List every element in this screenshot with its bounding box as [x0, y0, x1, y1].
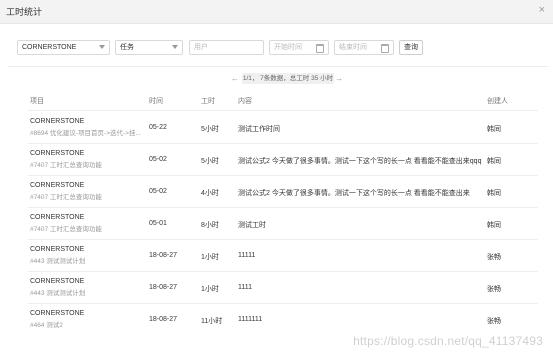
content-cell: 1111111 [238, 316, 263, 323]
column-header-creator: 创建人 [487, 98, 508, 105]
chevron-down-icon [99, 45, 105, 49]
project-cell: CORNERSTONE #8694 优化建议-项目首页->迭代->挂... [30, 118, 142, 137]
table-row[interactable]: CORNERSTONE #7407 工时汇总查询功能 05-01 8小时 测试工时 韩同 [0, 208, 553, 240]
content-cell: 测试工作时间 [238, 126, 280, 133]
table-row[interactable]: CORNERSTONE #7407 工时汇总查询功能 05-02 4小时 测试公式2 今… [0, 176, 553, 208]
content-cell: 测试工时 [238, 222, 266, 229]
task-link[interactable]: #8694 优化建议-项目首页->迭代->挂... [30, 127, 142, 137]
dialog-title: 工时统计 [6, 7, 43, 17]
pager-summary: 1/1， 7条数据，总工时 35 小时 [242, 73, 334, 84]
chevron-down-icon [172, 45, 178, 49]
creator-cell: 韩同 [487, 190, 501, 197]
time-cell: 05-02 [149, 156, 167, 163]
creator-cell: 韩同 [487, 222, 501, 229]
project-cell: CORNERSTONE #7407 工时汇总查询功能 [30, 214, 142, 233]
content-cell: 1111 [238, 284, 253, 291]
task-link[interactable]: #7407 工时汇总查询功能 [30, 159, 142, 169]
user-input-placeholder: 用户 [194, 44, 208, 51]
project-cell: CORNERSTONE #443 测试测试计划 [30, 246, 142, 265]
column-header-time: 时间 [149, 98, 163, 105]
project-name: CORNERSTONE [30, 214, 85, 221]
project-name: CORNERSTONE [30, 246, 85, 253]
next-page-icon[interactable]: → [335, 73, 343, 84]
creator-cell: 张畅 [487, 318, 501, 325]
column-header-hours: 工时 [201, 98, 215, 105]
end-date-placeholder: 结束时间 [339, 44, 367, 51]
filter-toolbar: CORNERSTONE 任务 用户 开始时间 结束时间 查询 [0, 34, 553, 64]
hours-cell: 5小时 [201, 158, 219, 165]
content-cell: 测试公式2 今天做了很多事情。测试一下这个写的长一点 看看能不能查出来 [238, 190, 470, 197]
time-cell: 18-08-27 [149, 284, 178, 291]
creator-cell: 韩同 [487, 126, 501, 133]
project-name: CORNERSTONE [30, 182, 85, 189]
end-date-input[interactable]: 结束时间 [334, 40, 394, 55]
project-cell: CORNERSTONE #7407 工时汇总查询功能 [30, 150, 142, 169]
project-cell: CORNERSTONE #464 测试2 [30, 310, 142, 329]
table-row[interactable]: CORNERSTONE #443 测试测试计划 18-08-27 1小时 1111 张畅 [0, 272, 553, 304]
toolbar-divider [8, 66, 548, 67]
project-cell: CORNERSTONE #443 测试测试计划 [30, 278, 142, 297]
content-cell: 11111 [238, 252, 256, 259]
type-select-value: 任务 [120, 44, 134, 51]
query-button[interactable]: 查询 [399, 40, 423, 55]
time-cell: 05-02 [149, 188, 167, 195]
column-header-content: 内容 [238, 98, 252, 105]
dialog-titlebar: 工时统计 × [0, 0, 553, 24]
task-link[interactable]: #7407 工时汇总查询功能 [30, 191, 142, 201]
header-divider [28, 110, 538, 111]
table-row[interactable]: CORNERSTONE #464 测试2 18-08-27 11小时 1111111 张畅 [0, 304, 553, 336]
calendar-icon [381, 44, 389, 53]
project-select-value: CORNERSTONE [22, 44, 77, 51]
hours-cell: 8小时 [201, 222, 219, 229]
table-row[interactable]: CORNERSTONE #443 测试测试计划 18-08-27 1小时 11111 张畅 [0, 240, 553, 272]
task-link[interactable]: #443 测试测试计划 [30, 287, 142, 297]
column-header-project: 项目 [30, 98, 44, 105]
table-header: 项目 时间 工时 内容 创建人 [0, 92, 553, 108]
hours-cell: 1小时 [201, 286, 219, 293]
table-row[interactable]: CORNERSTONE #8694 优化建议-项目首页->迭代->挂... 05-2… [0, 112, 553, 144]
hours-cell: 5小时 [201, 126, 219, 133]
project-name: CORNERSTONE [30, 278, 85, 285]
time-cell: 05-01 [149, 220, 167, 227]
watermark: https://blog.csdn.net/qq_41137493 [353, 334, 543, 348]
calendar-icon [316, 44, 324, 53]
start-date-input[interactable]: 开始时间 [269, 40, 329, 55]
hours-cell: 11小时 [201, 318, 223, 325]
project-name: CORNERSTONE [30, 118, 85, 125]
type-select[interactable]: 任务 [115, 40, 183, 55]
creator-cell: 张畅 [487, 254, 501, 261]
table-row[interactable]: CORNERSTONE #7407 工时汇总查询功能 05-02 5小时 测试公式2 今… [0, 144, 553, 176]
close-icon[interactable]: × [539, 4, 545, 16]
user-input[interactable]: 用户 [189, 40, 264, 55]
hours-cell: 4小时 [201, 190, 219, 197]
time-cell: 05-22 [149, 124, 167, 131]
project-cell: CORNERSTONE #7407 工时汇总查询功能 [30, 182, 142, 201]
creator-cell: 韩同 [487, 158, 501, 165]
hours-cell: 1小时 [201, 254, 219, 261]
content-cell: 测试公式2 今天做了很多事情。测试一下这个写的长一点 看看能不能查出来qqq [238, 158, 482, 165]
time-cell: 18-08-27 [149, 316, 178, 323]
task-link[interactable]: #464 测试2 [30, 319, 142, 329]
project-name: CORNERSTONE [30, 310, 85, 317]
creator-cell: 张畅 [487, 286, 501, 293]
time-cell: 18-08-27 [149, 252, 178, 259]
prev-page-icon[interactable]: ← [231, 73, 239, 84]
start-date-placeholder: 开始时间 [274, 44, 302, 51]
task-link[interactable]: #443 测试测试计划 [30, 255, 142, 265]
project-name: CORNERSTONE [30, 150, 85, 157]
task-link[interactable]: #7407 工时汇总查询功能 [30, 223, 142, 233]
project-select[interactable]: CORNERSTONE [17, 40, 110, 55]
